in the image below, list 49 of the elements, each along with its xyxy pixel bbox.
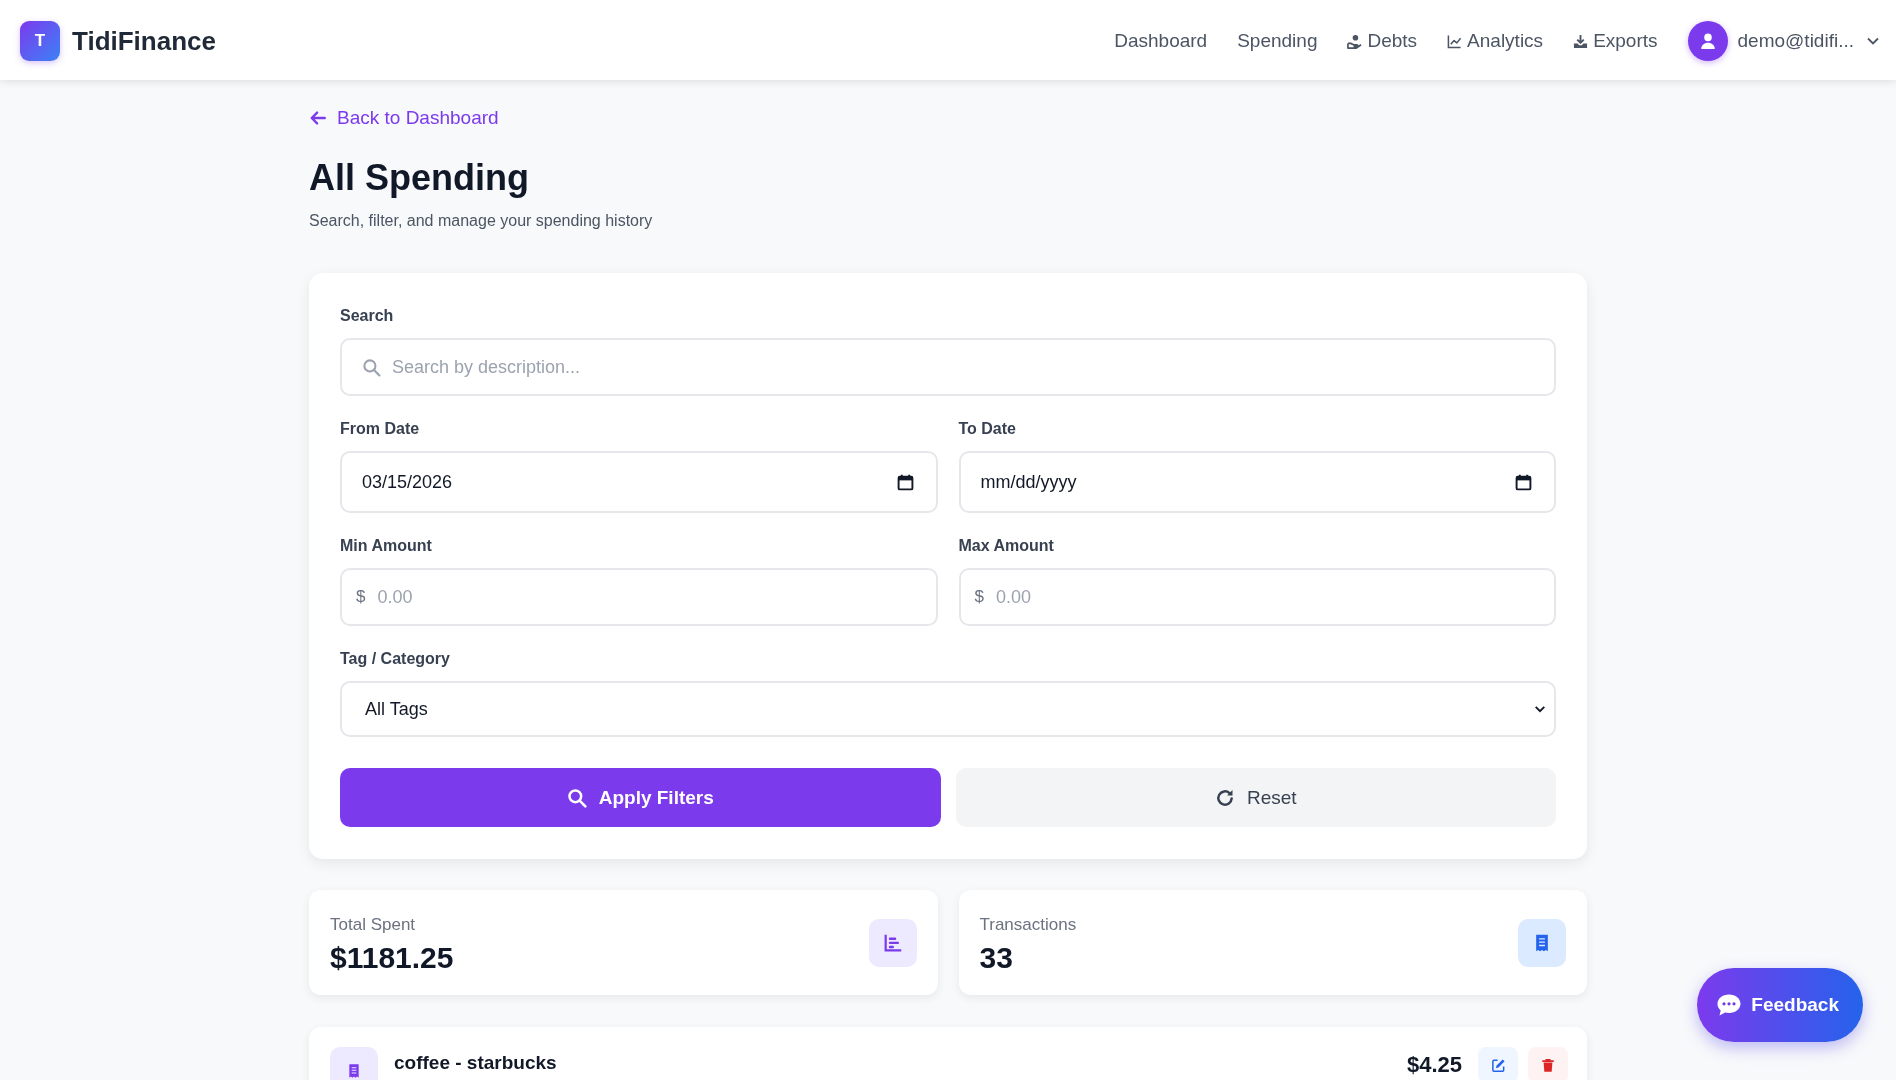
nav-link[interactable]: Debts <box>1347 30 1418 52</box>
nav-link[interactable]: Spending <box>1237 30 1318 52</box>
receipt-icon <box>1518 918 1566 967</box>
arrow-left-icon <box>309 109 327 127</box>
user-menu-button[interactable]: demo@tidifi... <box>1687 21 1880 61</box>
nav-link[interactable]: Dashboard <box>1114 30 1208 52</box>
calendar-icon[interactable] <box>896 473 914 491</box>
download-icon <box>1573 33 1589 49</box>
edit-icon <box>1490 1057 1506 1073</box>
field-label: Min Amount <box>340 536 433 556</box>
field-label: From Date <box>340 419 421 439</box>
refresh-icon <box>1214 787 1235 808</box>
transaction-description[interactable]: coffee - starbucks <box>394 1051 557 1075</box>
bar-chart-icon <box>868 918 917 967</box>
search-icon <box>566 787 587 808</box>
calendar-icon[interactable] <box>1515 473 1532 491</box>
avatar-icon <box>1687 21 1728 61</box>
nav-link[interactable]: Exports <box>1573 30 1658 52</box>
brand-name[interactable]: TidiFinance <box>72 25 216 57</box>
page-title: All Spending <box>309 156 530 200</box>
feedback-button[interactable]: Feedback <box>1697 968 1863 1042</box>
stat-value: 33 <box>979 939 1014 976</box>
reset-button[interactable]: Reset <box>955 768 1556 827</box>
apply-filters-button[interactable]: Apply Filters <box>340 768 941 827</box>
transaction-amount: $4.25 <box>1406 1051 1462 1079</box>
edit-button[interactable] <box>1478 1047 1518 1080</box>
search-icon <box>362 357 381 377</box>
trash-icon <box>1541 1057 1555 1073</box>
chevron-down-icon <box>1534 703 1546 715</box>
stat-value: $1181.25 <box>330 939 454 976</box>
line-chart-icon <box>1447 33 1463 49</box>
field-label: Search <box>340 306 395 326</box>
app-logo[interactable]: T <box>20 21 60 61</box>
nav-link[interactable]: Analytics <box>1447 30 1544 52</box>
back-link[interactable]: Back to Dashboard <box>309 106 499 130</box>
tag-select[interactable]: All Tags <box>340 681 1556 737</box>
chat-bubble-icon <box>1716 993 1743 1017</box>
date-field[interactable]: mm/dd/yyyy <box>958 451 1556 513</box>
hand-coin-icon <box>1347 33 1363 49</box>
field-label: Tag / Category <box>340 649 451 669</box>
delete-button[interactable] <box>1528 1047 1568 1080</box>
stat-label: Transactions <box>979 913 1077 936</box>
amount-field[interactable]: $ 0.00 <box>340 568 938 626</box>
field-label: Max Amount <box>958 536 1055 556</box>
stat-label: Total Spent <box>330 913 417 936</box>
field-label: To Date <box>958 419 1017 439</box>
page-subtitle: Search, filter, and manage your spending history <box>309 211 654 231</box>
date-field[interactable]: 03/15/2026 <box>340 451 938 513</box>
amount-field[interactable]: $ 0.00 <box>958 568 1556 626</box>
